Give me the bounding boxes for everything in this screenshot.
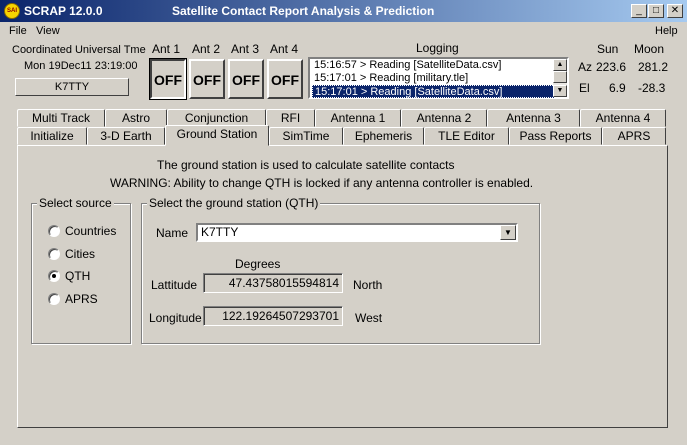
el-label: El (579, 81, 590, 95)
tab-tle-editor[interactable]: TLE Editor (424, 127, 509, 145)
radio-qth-label[interactable]: QTH (65, 269, 90, 283)
scroll-down-icon[interactable]: ▼ (553, 85, 567, 97)
callsign-button[interactable]: K7TTY (15, 78, 129, 96)
ant1-toggle-button[interactable]: OFF (149, 58, 187, 100)
moon-elevation: -28.3 (638, 81, 666, 95)
info-text: The ground station is used to calculate … (157, 158, 455, 172)
name-label: Name (156, 226, 189, 240)
logging-label: Logging (416, 41, 459, 55)
logging-list[interactable]: 15:16:57 > Reading [SatelliteData.csv] 1… (308, 57, 569, 99)
degrees-label: Degrees (235, 257, 281, 271)
ant2-label: Ant 2 (192, 42, 221, 56)
log-line[interactable]: 15:17:01 > Reading [military.tle] (312, 72, 555, 85)
app-logo-icon[interactable]: SAI (4, 3, 20, 19)
ant3-label: Ant 3 (231, 42, 260, 56)
tab-antenna-3[interactable]: Antenna 3 (487, 109, 580, 127)
utc-label: Coordinated Universal Tme (12, 44, 146, 56)
scroll-up-icon[interactable]: ▲ (553, 59, 567, 71)
tab-ground-station[interactable]: Ground Station (165, 125, 269, 146)
qth-name-select[interactable]: K7TTY ▼ (196, 223, 518, 242)
chevron-down-icon[interactable]: ▼ (500, 225, 516, 240)
radio-cities[interactable] (48, 248, 60, 260)
az-label: Az (578, 60, 593, 74)
moon-azimuth: 281.2 (638, 60, 669, 74)
longitude-label: Longitude (149, 311, 202, 325)
tab-antenna-1[interactable]: Antenna 1 (315, 109, 401, 127)
ant2-toggle-button[interactable]: OFF (189, 59, 225, 99)
log-line[interactable]: 15:16:57 > Reading [SatelliteData.csv] (312, 59, 555, 72)
radio-cities-label[interactable]: Cities (65, 247, 95, 261)
menu-help[interactable]: Help (655, 25, 678, 37)
radio-aprs-label[interactable]: APRS (65, 292, 98, 306)
tab-simtime[interactable]: SimTime (269, 127, 343, 145)
ant1-label: Ant 1 (152, 42, 181, 56)
latitude-label: Lattitude (151, 278, 198, 292)
window-title: Satellite Contact Report Analysis & Pred… (172, 4, 435, 18)
latitude-direction: North (353, 278, 383, 292)
ant4-label: Ant 4 (270, 42, 299, 56)
maximize-button[interactable]: □ (648, 4, 664, 18)
radio-countries-label[interactable]: Countries (65, 224, 116, 238)
log-scrollbar[interactable]: ▲ ▼ (553, 59, 567, 97)
warning-text: WARNING: Ability to change QTH is locked… (110, 176, 534, 190)
scroll-thumb[interactable] (553, 71, 567, 83)
qth-name-value: K7TTY (201, 225, 239, 239)
log-line-selected[interactable]: 15:17:01 > Reading [SatelliteData.csv] (312, 85, 555, 98)
tab-rfi[interactable]: RFI (266, 109, 315, 127)
tab-aprs[interactable]: APRS (602, 127, 666, 145)
tab-antenna-4[interactable]: Antenna 4 (580, 109, 666, 127)
radio-countries[interactable] (48, 225, 60, 237)
app-name: SCRAP 12.0.0 (24, 4, 103, 18)
sun-azimuth: 223.6 (596, 60, 627, 74)
menu-view[interactable]: View (36, 25, 60, 37)
menu-file[interactable]: File (9, 25, 27, 37)
tab-astro[interactable]: Astro (105, 109, 167, 127)
radio-qth[interactable] (48, 270, 60, 282)
utc-datetime: Mon 19Dec11 23:19:00 (24, 60, 138, 72)
tab-initialize[interactable]: Initialize (17, 127, 87, 145)
ant3-toggle-button[interactable]: OFF (228, 59, 264, 99)
moon-label: Moon (634, 42, 665, 56)
longitude-value: 122.19264507293701 (203, 306, 343, 326)
tab-pass-reports[interactable]: Pass Reports (509, 127, 602, 145)
minimize-button[interactable]: _ (631, 4, 647, 18)
tab-multi-track[interactable]: Multi Track (17, 109, 105, 127)
qth-group-title: Select the ground station (QTH) (147, 196, 321, 210)
close-button[interactable]: ✕ (667, 4, 683, 18)
ant4-toggle-button[interactable]: OFF (267, 59, 303, 99)
tab-antenna-2[interactable]: Antenna 2 (401, 109, 487, 127)
longitude-direction: West (355, 311, 383, 325)
latitude-value: 47.43758015594814 (203, 273, 343, 293)
select-source-title: Select source (37, 196, 114, 210)
sun-elevation: 6.9 (609, 81, 626, 95)
sun-label: Sun (597, 42, 619, 56)
tab-ephemeris[interactable]: Ephemeris (343, 127, 424, 145)
tab-3d-earth[interactable]: 3-D Earth (87, 127, 165, 145)
radio-aprs[interactable] (48, 293, 60, 305)
